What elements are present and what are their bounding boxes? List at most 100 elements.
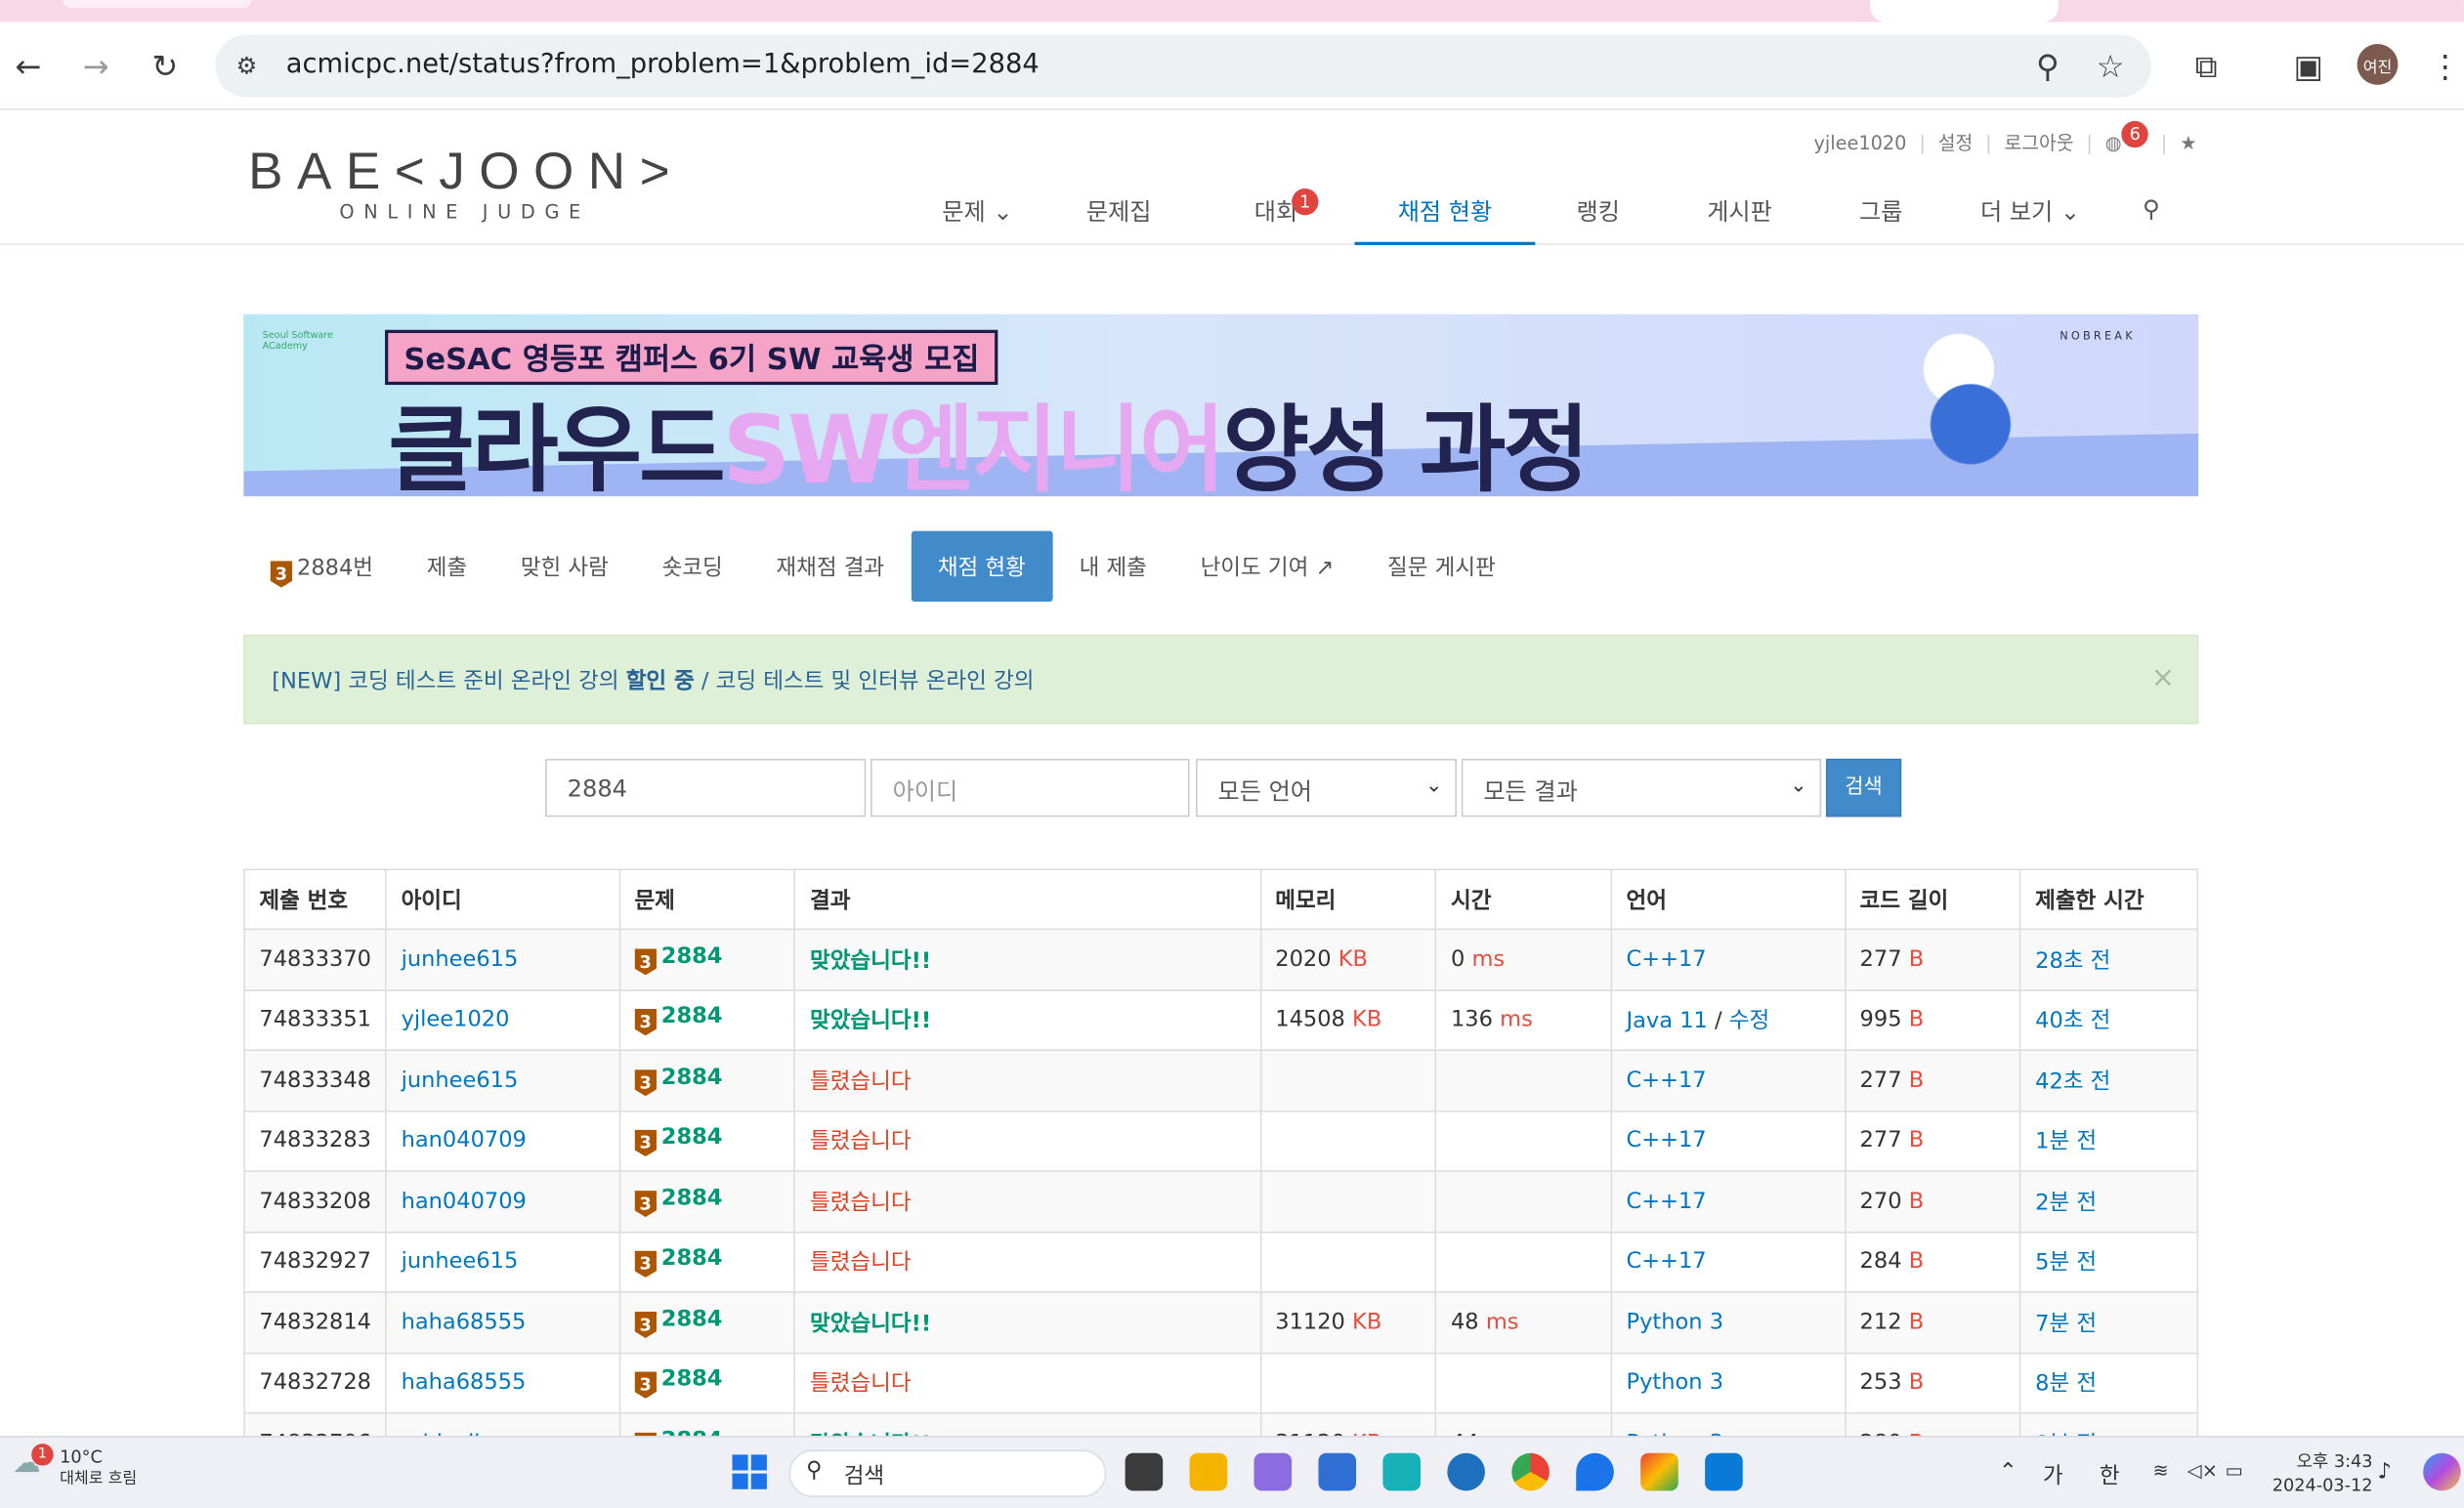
tab-difficulty-contrib[interactable]: 난이도 기여 ↗ (1173, 531, 1360, 602)
user-link[interactable]: junhee615 (402, 1249, 519, 1275)
submitted-time-link[interactable]: 8분 전 (2035, 1372, 2097, 1398)
language-link[interactable]: C++17 (1626, 946, 1706, 972)
star-icon[interactable]: ★ (2180, 131, 2196, 153)
browser-tab-active[interactable] (1869, 0, 2060, 22)
windows-start-icon[interactable] (732, 1454, 767, 1489)
language-link[interactable]: C++17 (1626, 1189, 1706, 1214)
submitted-time-link[interactable]: 40초 전 (2035, 1009, 2110, 1034)
language-link[interactable]: Python 3 (1626, 1370, 1723, 1396)
problem-link[interactable]: 2884 (661, 1125, 723, 1151)
site-logo[interactable]: BAE<JOON> ONLINE JUDGE (248, 142, 684, 224)
alert-link[interactable]: [NEW] 코딩 테스트 준비 온라인 강의 (272, 669, 625, 694)
problem-link[interactable]: 2884 (661, 1186, 723, 1211)
user-link[interactable]: haha68555 (402, 1310, 527, 1335)
nav-ranking[interactable]: 랭킹 (1535, 173, 1661, 245)
nav-workbook[interactable]: 문제집 (1056, 173, 1182, 245)
nav-group[interactable]: 그룹 (1818, 173, 1944, 245)
app-icon[interactable] (1382, 1452, 1421, 1491)
clock[interactable]: 오후 3:43 2024-03-12 (2273, 1450, 2373, 1497)
address-bar[interactable]: ⚙ acmicpc.net/status?from_problem=1&prob… (215, 34, 2151, 98)
close-icon[interactable]: × (2151, 661, 2175, 694)
tab-rejudge-results[interactable]: 재채점 결과 (749, 531, 911, 602)
submitted-time-link[interactable]: 2분 전 (2035, 1191, 2097, 1216)
problem-link[interactable]: 2884 (661, 943, 723, 969)
vscode-icon[interactable] (1705, 1452, 1743, 1491)
submitted-time-link[interactable]: 28초 전 (2035, 948, 2110, 974)
tab-problem[interactable]: 3 2884번 (243, 531, 400, 602)
submitted-time-link[interactable]: 42초 전 (2035, 1069, 2110, 1095)
settings-link[interactable]: 설정 (1938, 129, 1974, 155)
back-icon[interactable]: ← (6, 44, 50, 88)
logout-link[interactable]: 로그아웃 (2004, 129, 2073, 155)
alert-text[interactable]: [NEW] 코딩 테스트 준비 온라인 강의 할인 중 / 코딩 테스트 및 인… (272, 664, 1034, 695)
problem-link[interactable]: 2884 (661, 1307, 723, 1332)
maps-icon[interactable] (1576, 1452, 1614, 1491)
nav-more[interactable]: 더 보기 ⌄ (1963, 173, 2098, 245)
volume-muted-icon[interactable]: ◁× (2188, 1459, 2218, 1482)
search-button[interactable]: 검색 (1825, 758, 1902, 817)
menu-kebab-icon[interactable]: ⋮ (2423, 44, 2464, 88)
alert-link[interactable]: / 코딩 테스트 및 인터뷰 온라인 강의 (695, 669, 1035, 694)
nav-contest[interactable]: 대회 1 (1213, 173, 1339, 245)
language-link[interactable]: C++17 (1626, 1249, 1706, 1275)
tab-submit[interactable]: 제출 (400, 531, 493, 602)
user-link[interactable]: junhee615 (402, 1068, 519, 1093)
url-text[interactable]: acmicpc.net/status?from_problem=1&proble… (286, 49, 1040, 80)
tab-solved-users[interactable]: 맞힌 사람 (493, 531, 635, 602)
problem-id-input[interactable]: 2884 (545, 758, 867, 817)
problem-link[interactable]: 2884 (661, 1065, 723, 1090)
user-link[interactable]: yjlee1020 (402, 1007, 510, 1032)
user-link[interactable]: junhee615 (402, 946, 519, 972)
globe-icon[interactable]: ◍ (2105, 131, 2122, 153)
task-view-icon[interactable] (1125, 1452, 1164, 1491)
tab-status[interactable]: 채점 현황 (911, 530, 1053, 603)
tab-qna-board[interactable]: 질문 게시판 (1361, 531, 1522, 602)
chevron-up-icon[interactable]: ⌃ (1999, 1459, 2018, 1485)
submitted-time-link[interactable]: 7분 전 (2035, 1312, 2097, 1337)
weather-widget[interactable]: ☁ 1 10°C 대체로 흐림 (13, 1444, 137, 1490)
problem-link[interactable]: 2884 (661, 1367, 723, 1393)
edit-link[interactable]: 수정 (1729, 1009, 1769, 1034)
forward-icon[interactable]: → (74, 44, 118, 88)
ime-mode[interactable]: 가 (2043, 1459, 2063, 1490)
language-select[interactable]: 모든 언어 ⌄ (1195, 758, 1457, 817)
battery-icon[interactable]: ▭ (2225, 1459, 2242, 1482)
app-icon[interactable] (1640, 1452, 1678, 1491)
nav-board[interactable]: 게시판 (1677, 173, 1803, 245)
language-link[interactable]: C++17 (1626, 1068, 1706, 1093)
copilot-icon[interactable] (2423, 1452, 2461, 1491)
user-link[interactable]: han040709 (402, 1189, 527, 1214)
submitted-time-link[interactable]: 5분 전 (2035, 1251, 2097, 1277)
app-icon[interactable] (1447, 1452, 1485, 1491)
tab-my-submissions[interactable]: 내 제출 (1052, 531, 1173, 602)
bell-icon[interactable]: ♪ (2378, 1459, 2392, 1485)
tab-short-coding[interactable]: 숏코딩 (635, 531, 749, 602)
profile-avatar[interactable]: 여진 (2357, 44, 2399, 85)
store-icon[interactable] (1318, 1452, 1357, 1491)
problem-link[interactable]: 2884 (661, 1246, 723, 1272)
search-icon[interactable]: ⚲ (2104, 173, 2199, 245)
reload-icon[interactable]: ↻ (143, 44, 187, 88)
zoom-icon[interactable]: ⚲ (2025, 44, 2069, 88)
alert-highlight[interactable]: 할인 중 (626, 669, 695, 694)
taskbar-search[interactable]: ⚲ 검색 (788, 1449, 1107, 1497)
submitted-time-link[interactable]: 1분 전 (2035, 1130, 2097, 1155)
app-icon[interactable] (1253, 1452, 1293, 1491)
language-link[interactable]: Python 3 (1626, 1310, 1723, 1335)
notification-badge[interactable]: 6 (2121, 120, 2148, 148)
ime-lang[interactable]: 한 (2100, 1459, 2120, 1490)
ad-banner[interactable]: Seoul Software ACademy SeSAC 영등포 캠퍼스 6기 … (243, 314, 2199, 497)
nav-status[interactable]: 채점 현황 (1354, 173, 1536, 245)
problem-link[interactable]: 2884 (661, 1004, 723, 1029)
nav-problems[interactable]: 문제 ⌄ (912, 173, 1043, 245)
user-id-input[interactable]: 아이디 (871, 758, 1190, 817)
bookmark-star-icon[interactable]: ☆ (2089, 44, 2133, 88)
user-link[interactable]: haha68555 (402, 1370, 527, 1396)
user-link[interactable]: han040709 (402, 1128, 527, 1153)
language-link[interactable]: Java 11 (1626, 1009, 1707, 1034)
side-panel-icon[interactable]: ▣ (2286, 44, 2330, 88)
wifi-icon[interactable]: ≋ (2153, 1459, 2169, 1482)
extensions-icon[interactable]: ⧉ (2185, 44, 2229, 88)
file-explorer-icon[interactable] (1189, 1452, 1228, 1491)
browser-tab[interactable] (63, 0, 252, 9)
